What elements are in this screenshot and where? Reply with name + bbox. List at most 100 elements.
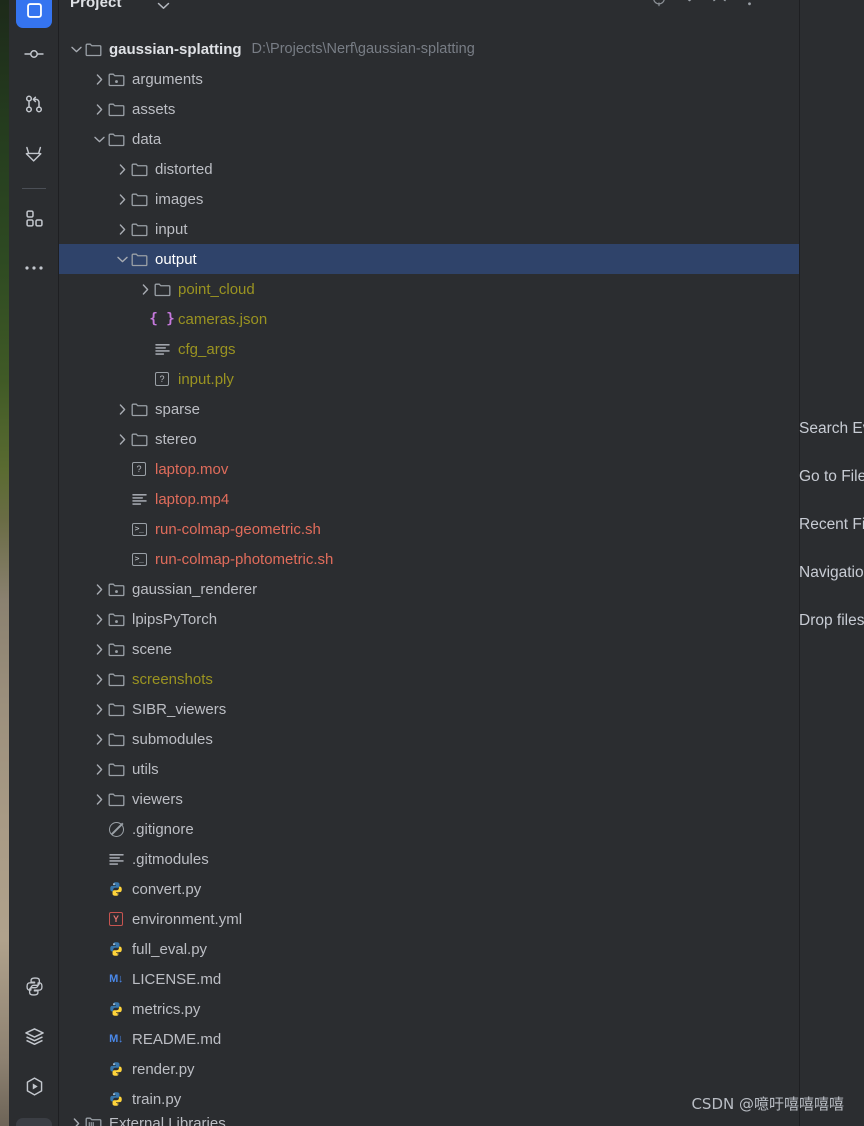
text-file-icon [107, 850, 125, 868]
chevron-down-icon[interactable] [69, 42, 84, 57]
tree-row[interactable]: .gitignore [59, 814, 799, 844]
chevron-right-icon[interactable] [92, 612, 107, 627]
folder-icon [130, 160, 148, 178]
plugins-icon[interactable] [16, 200, 52, 236]
chevron-down-icon[interactable] [157, 0, 170, 15]
commit-tool-icon[interactable] [16, 36, 52, 72]
tree-row[interactable]: sparse [59, 394, 799, 424]
chevron-right-icon[interactable] [92, 672, 107, 687]
editor-area: Search Everywhere Go to File Recent Files N… [799, 0, 864, 1126]
tree-row-label: laptop.mov [155, 460, 229, 478]
chevron-right-icon[interactable] [92, 72, 107, 87]
tree-row[interactable]: render.py [59, 1054, 799, 1084]
more-tool-windows-icon[interactable] [16, 250, 52, 286]
editor-hint: Navigation Bar [799, 564, 864, 581]
tree-row[interactable]: cfg_args [59, 334, 799, 364]
tree-row[interactable]: full_eval.py [59, 934, 799, 964]
tree-row[interactable]: gaussian-splatting D:\Projects\Nerf\gauss… [59, 34, 799, 64]
tree-row[interactable]: utils [59, 754, 799, 784]
chevron-right-icon[interactable] [138, 282, 153, 297]
empty-editor-hints: Search Everywhere Go to File Recent Files N… [799, 420, 864, 630]
tree-row-label: render.py [132, 1060, 195, 1078]
project-tool-icon[interactable] [16, 0, 52, 28]
pull-requests-icon[interactable] [16, 86, 52, 122]
python-file-icon [107, 940, 125, 958]
hide-tool-window-icon[interactable] [771, 0, 789, 6]
tool-window-title: Project [70, 0, 122, 11]
chevron-right-icon[interactable] [92, 702, 107, 717]
tree-row[interactable]: output [59, 244, 799, 274]
tree-row-label: lpipsPyTorch [132, 610, 218, 628]
options-menu-icon[interactable] [741, 0, 757, 6]
unknown-file-icon: ? [153, 370, 171, 388]
tree-row[interactable]: assets [59, 94, 799, 124]
tree-row-label: laptop.mp4 [155, 490, 230, 508]
tree-row-label: SIBR_viewers [132, 700, 227, 718]
run-icon[interactable] [16, 1068, 52, 1104]
tree-row[interactable]: scene [59, 634, 799, 664]
chevron-right-icon[interactable] [92, 642, 107, 657]
tree-row[interactable]: stereo [59, 424, 799, 454]
select-opened-file-icon[interactable] [651, 0, 667, 6]
chevron-right-icon[interactable] [115, 192, 130, 207]
tree-row[interactable]: ? laptop.mov [59, 454, 799, 484]
tree-row-label: arguments [132, 70, 203, 88]
tree-row-label: assets [132, 100, 176, 118]
chevron-right-icon[interactable] [115, 162, 130, 177]
tree-row[interactable]: data [59, 124, 799, 154]
tree-row-label: gaussian-splatting [109, 40, 242, 58]
tree-row[interactable]: .gitmodules [59, 844, 799, 874]
project-file-tree[interactable]: gaussian-splatting D:\Projects\Nerf\gauss… [59, 34, 799, 1126]
folder-icon [130, 430, 148, 448]
tree-row[interactable]: submodules [59, 724, 799, 754]
chevron-right-icon[interactable] [92, 102, 107, 117]
tree-row[interactable]: M↓ LICENSE.md [59, 964, 799, 994]
tree-row[interactable]: gaussian_renderer [59, 574, 799, 604]
tree-row[interactable]: distorted [59, 154, 799, 184]
folder-icon [107, 760, 125, 778]
tree-row[interactable]: M↓ README.md [59, 1024, 799, 1054]
tree-row[interactable]: lpipsPyTorch [59, 604, 799, 634]
project-tool-window: Project gaussian-splatting D:\Projects\N… [59, 0, 799, 1126]
tree-row[interactable]: >_ run-colmap-geometric.sh [59, 514, 799, 544]
external-libraries-icon [84, 1114, 102, 1126]
chevron-right-icon[interactable] [115, 432, 130, 447]
chevron-right-icon[interactable] [92, 582, 107, 597]
collapse-all-icon[interactable] [711, 0, 727, 6]
chevron-right-icon[interactable] [115, 222, 130, 237]
tree-row[interactable]: train.py [59, 1084, 799, 1114]
tree-row[interactable]: { } cameras.json [59, 304, 799, 334]
activity-bar-divider [22, 188, 46, 189]
tree-row[interactable]: input [59, 214, 799, 244]
chevron-right-icon[interactable] [115, 402, 130, 417]
tree-row[interactable]: laptop.mp4 [59, 484, 799, 514]
terminal-tool-icon[interactable] [16, 1118, 52, 1126]
tree-row[interactable]: External Libraries [59, 1114, 799, 1126]
text-file-icon [130, 490, 148, 508]
chevron-right-icon[interactable] [92, 762, 107, 777]
chevron-down-icon[interactable] [115, 252, 130, 267]
tree-row[interactable]: arguments [59, 64, 799, 94]
chevron-right-icon[interactable] [92, 792, 107, 807]
tree-row[interactable]: screenshots [59, 664, 799, 694]
tree-row[interactable]: SIBR_viewers [59, 694, 799, 724]
tree-row-label: output [155, 250, 197, 268]
tree-row[interactable]: ? input.ply [59, 364, 799, 394]
gitlab-icon[interactable] [16, 136, 52, 172]
tree-row[interactable]: convert.py [59, 874, 799, 904]
tree-row[interactable]: viewers [59, 784, 799, 814]
python-package-folder-icon [107, 610, 125, 628]
tree-row[interactable]: >_ run-colmap-photometric.sh [59, 544, 799, 574]
tree-row[interactable]: metrics.py [59, 994, 799, 1024]
expand-all-icon[interactable] [681, 0, 697, 6]
python-package-folder-icon [107, 580, 125, 598]
ide-window: Project gaussian-splatting D:\Projects\N… [0, 0, 864, 1126]
tree-row[interactable]: Yenvironment.yml [59, 904, 799, 934]
chevron-down-icon[interactable] [92, 132, 107, 147]
chevron-right-icon[interactable] [92, 732, 107, 747]
tree-row[interactable]: point_cloud [59, 274, 799, 304]
python-console-icon[interactable] [16, 968, 52, 1004]
database-icon[interactable] [16, 1018, 52, 1054]
chevron-right-icon[interactable] [69, 1116, 84, 1126]
tree-row[interactable]: images [59, 184, 799, 214]
